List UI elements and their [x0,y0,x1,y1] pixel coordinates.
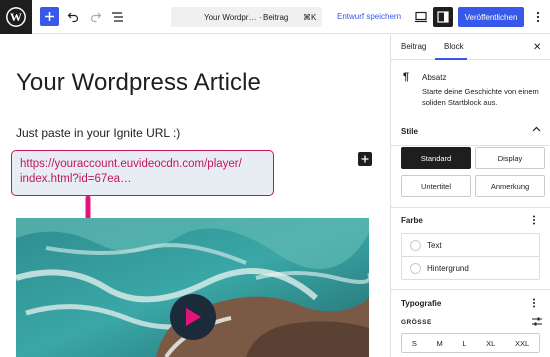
url-callout[interactable]: https://youraccount.euvideocdn.com/playe… [11,150,274,196]
paragraph-block[interactable]: Just paste in your Ignite URL :) [16,126,180,140]
font-size-label: GRÖSSE [401,319,432,326]
play-icon [186,308,201,326]
panel-divider [391,289,550,290]
chevron-up-icon[interactable] [532,125,541,136]
color-options-icon[interactable] [532,215,536,227]
panel-divider [391,207,550,208]
close-icon[interactable]: ✕ [533,42,541,53]
save-draft-button[interactable]: Entwurf speichern [337,12,401,21]
post-title[interactable]: Your Wordpress Article [16,69,261,97]
redo-icon[interactable] [88,9,103,24]
document-title: Your Wordpr… [204,13,257,22]
sidebar-panel-icon [437,11,449,23]
title-separator: · [259,13,262,22]
color-panel-title: Farbe [401,216,423,225]
sidebar-tabs: Beitrag Block ✕ [391,35,550,60]
block-name: Absatz [422,73,447,82]
document-overview-icon[interactable] [110,9,125,24]
command-palette-bar[interactable]: Your Wordpr… · Beitrag ⌘K [171,7,322,27]
block-description: Starte deine Geschichte von einem solide… [422,87,539,107]
background-color-row[interactable]: Hintergrund [402,257,539,280]
size-xl-option[interactable]: XL [486,339,495,348]
tab-post[interactable]: Beitrag [401,42,426,51]
url-line-1: https://youraccount.euvideocdn.com/playe… [20,158,242,170]
size-xxl-option[interactable]: XXL [515,339,529,348]
custom-size-icon[interactable] [532,317,542,328]
undo-icon[interactable] [65,9,80,24]
background-color-swatch [410,263,421,274]
paragraph-icon: ¶ [403,71,410,83]
editor-canvas: Your Wordpress Article Just paste in you… [0,35,390,357]
background-color-label: Hintergrund [427,264,469,273]
add-block-button[interactable] [40,7,59,26]
more-options-icon[interactable] [532,9,544,25]
document-type: Beitrag [263,13,289,22]
style-annotation-button[interactable]: Anmerkung [475,175,545,197]
size-s-option[interactable]: S [412,339,417,348]
typography-options-icon[interactable] [532,298,536,310]
size-l-option[interactable]: L [462,339,466,348]
style-standard-button[interactable]: Standard [401,147,471,169]
text-color-swatch [410,239,421,251]
url-line-2: index.html?id=67ea… [20,173,132,185]
publish-button[interactable]: Veröffentlichen [458,7,524,27]
typography-panel-title: Typografie [401,299,442,308]
preview-icon[interactable] [413,9,429,25]
text-color-label: Text [427,240,442,250]
styles-panel-title[interactable]: Stile [401,127,418,136]
inline-add-block-button[interactable] [358,152,372,166]
wordpress-logo-icon[interactable]: W [0,0,32,34]
text-color-row[interactable]: Text [402,234,539,257]
font-size-picker: S M L XL XXL [401,333,540,353]
color-settings: Text Hintergrund [401,233,540,280]
size-m-option[interactable]: M [436,339,442,348]
play-button[interactable] [170,294,216,340]
svg-text:W: W [10,10,22,24]
editor-header: W Your Wordpr… · Beitrag ⌘K Entwurf spei… [0,0,550,34]
settings-sidebar-toggle[interactable] [433,7,453,27]
tab-block[interactable]: Block [444,42,464,51]
active-tab-indicator [435,58,467,60]
settings-sidebar: Beitrag Block ✕ ¶ Absatz Starte deine Ge… [390,35,550,357]
style-display-button[interactable]: Display [475,147,545,169]
video-embed-block[interactable] [16,218,369,357]
shortcut-hint: ⌘K [303,13,317,22]
style-subtitle-button[interactable]: Untertitel [401,175,471,197]
